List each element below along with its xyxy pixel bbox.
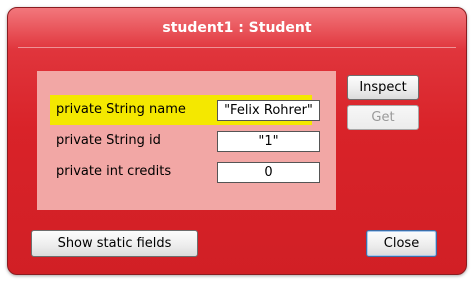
field-value-credits[interactable]: 0 <box>217 162 320 183</box>
field-label-id: private String id <box>56 133 161 148</box>
get-button[interactable]: Get <box>347 105 419 130</box>
field-value-name[interactable]: "Felix Rohrer" <box>217 100 320 121</box>
field-value-id[interactable]: "1" <box>217 131 320 152</box>
inspect-button[interactable]: Inspect <box>347 75 419 100</box>
field-label-credits: private int credits <box>56 164 172 179</box>
close-button[interactable]: Close <box>366 230 437 257</box>
title-divider <box>18 47 456 48</box>
object-inspector-window: student1 : Student private String name "… <box>7 7 467 275</box>
field-row-name[interactable]: private String name "Felix Rohrer" <box>50 95 320 125</box>
field-label-name: private String name <box>56 102 186 117</box>
fields-panel: private String name "Felix Rohrer" priva… <box>37 71 336 210</box>
show-static-fields-button[interactable]: Show static fields <box>31 230 198 257</box>
window-title: student1 : Student <box>162 20 312 36</box>
field-row-id[interactable]: private String id "1" <box>50 126 320 156</box>
field-row-credits[interactable]: private int credits 0 <box>50 157 320 187</box>
